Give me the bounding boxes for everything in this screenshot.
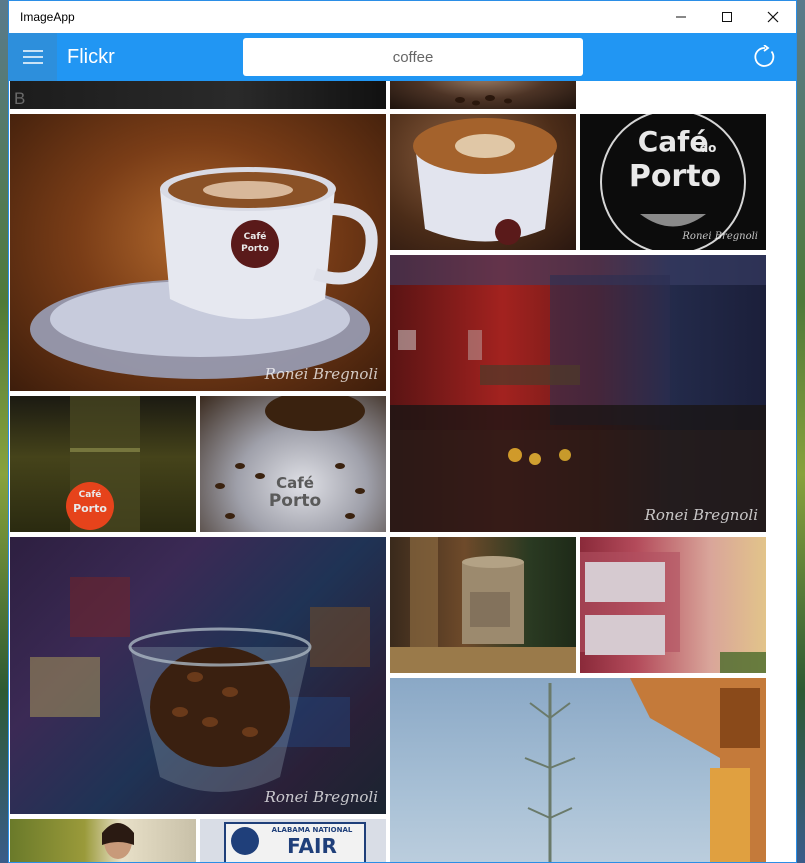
plate-logo-line1: Café [276,474,314,492]
photo-tile[interactable]: B [10,81,386,109]
person-graphic [102,823,134,859]
cafe-interior-graphic [390,255,766,532]
photo-tile[interactable]: ALABAMA NATIONAL FAIR [200,819,386,862]
window-graphic [580,552,766,673]
coffee-beans-graphic [455,95,512,106]
tin-can-graphic [390,537,576,673]
photo-tile[interactable] [390,114,576,250]
photo-gallery: B Café Porto Ronei Bregnoli Café do Port… [9,81,796,862]
machine-logo-line3: Porto [73,502,107,515]
photo-tile[interactable]: Ronei Bregnoli [390,255,766,532]
search-input[interactable] [243,38,583,76]
hamburger-icon [23,50,43,64]
minimize-icon [676,16,686,18]
tile-letter: B [14,89,26,108]
close-button[interactable] [750,1,796,33]
cafe-logo-line3: Porto [628,159,722,194]
desktop-background-left [0,0,8,863]
photo-watermark: Ronei Bregnoli [264,365,378,383]
photo-tile[interactable] [390,537,576,673]
photo-watermark: Ronei Bregnoli [644,506,758,524]
menu-button[interactable] [9,33,57,81]
photo-tile[interactable] [10,819,196,862]
maximize-button[interactable] [704,1,750,33]
photo-tile[interactable]: Café do Porto Ronei Bregnoli [580,114,766,250]
photo-tile[interactable]: Ronei Bregnoli [10,537,386,814]
banner-line1: ALABAMA NATIONAL [271,826,353,834]
machine-logo-line1: Café [78,490,102,500]
close-icon [767,11,779,23]
bean-plate-graphic [215,396,365,519]
title-bar: ImageApp [9,1,796,33]
bean-glass-graphic [30,577,370,792]
banner-line2: FAIR [287,834,337,858]
app-title: ImageApp [20,10,75,24]
latte-cup-graphic [30,167,378,379]
espresso-cup-graphic [413,118,557,245]
photo-watermark: Ronei Bregnoli [682,231,758,242]
sky-building-graphic [524,678,766,862]
refresh-icon [754,45,775,67]
photo-watermark: Ronei Bregnoli [264,788,378,806]
app-window: ImageApp Flickr coffee B Café Porto Rone… [8,0,797,863]
minimize-button[interactable] [658,1,704,33]
photo-tile[interactable] [390,81,576,109]
photo-tile[interactable]: Café Porto [10,396,196,532]
brand-title: Flickr [67,45,115,68]
desktop-background-right [797,0,805,863]
plate-logo-line3: Porto [268,491,322,511]
photo-tile[interactable] [390,678,766,862]
photo-tile[interactable]: Café Porto [200,396,386,532]
maximize-icon [722,12,732,22]
cafe-logo-line2: do [699,141,717,155]
refresh-button[interactable] [752,44,778,70]
cup-logo-line1: Café [243,232,267,242]
cup-logo-line3: Porto [241,244,269,254]
photo-tile[interactable] [580,537,766,673]
app-bar: Flickr [9,33,796,81]
photo-tile[interactable]: Café Porto Ronei Bregnoli [10,114,386,391]
